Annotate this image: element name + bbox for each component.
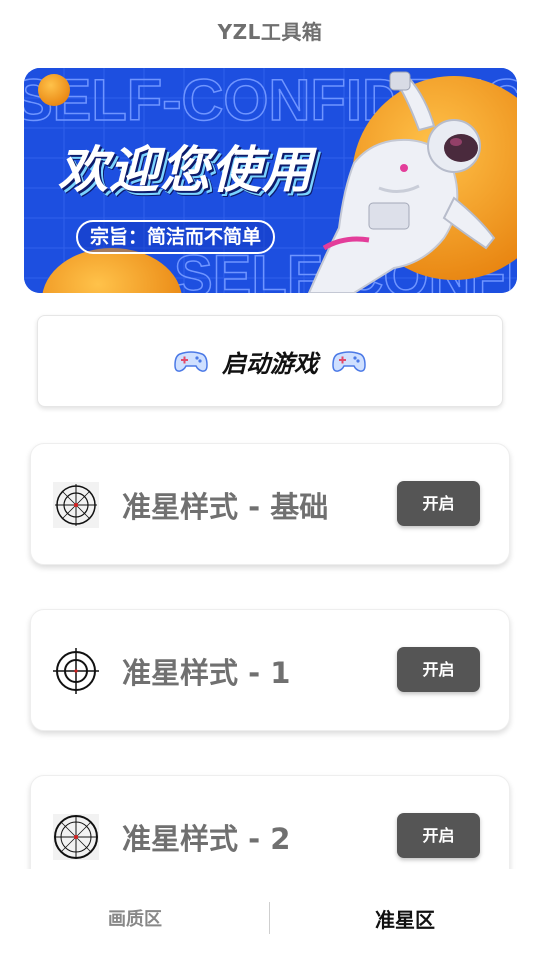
launch-game-label: 启动游戏 [222, 349, 318, 378]
crosshair-label: 准星样式 - 基础 [122, 490, 329, 524]
crosshair-label: 准星样式 - 2 [122, 822, 291, 856]
enable-crosshair-1-button[interactable]: 开启 [397, 647, 480, 692]
tab-crosshair[interactable]: 准星区 [270, 904, 540, 933]
crosshair-2-icon [53, 814, 99, 860]
welcome-banner: SELF-CONFIDENCE SELF-CONFIDENCE 欢迎您使用 宗旨… [24, 68, 517, 293]
banner-title: 欢迎您使用 [58, 141, 313, 199]
gamepad-icon [332, 351, 366, 372]
crosshair-label: 准星样式 - 1 [122, 656, 291, 690]
crosshair-card-1: 准星样式 - 1 开启 [30, 609, 510, 731]
bottom-nav: 画质区 准星区 [0, 869, 540, 960]
crosshair-card-basic: 准星样式 - 基础 开启 [30, 443, 510, 565]
tab-quality[interactable]: 画质区 [0, 905, 270, 931]
banner-tagline: 宗旨：简洁而不简单 [76, 220, 276, 254]
enable-crosshair-2-button[interactable]: 开启 [397, 813, 480, 858]
enable-crosshair-basic-button[interactable]: 开启 [397, 481, 480, 526]
app-title: YZL工具箱 [217, 20, 323, 44]
gamepad-icon [174, 351, 208, 372]
launch-game-button[interactable]: 启动游戏 [37, 315, 503, 407]
crosshair-basic-icon [53, 482, 99, 528]
crosshair-1-icon [53, 648, 99, 694]
orange-planet-small [38, 74, 70, 106]
